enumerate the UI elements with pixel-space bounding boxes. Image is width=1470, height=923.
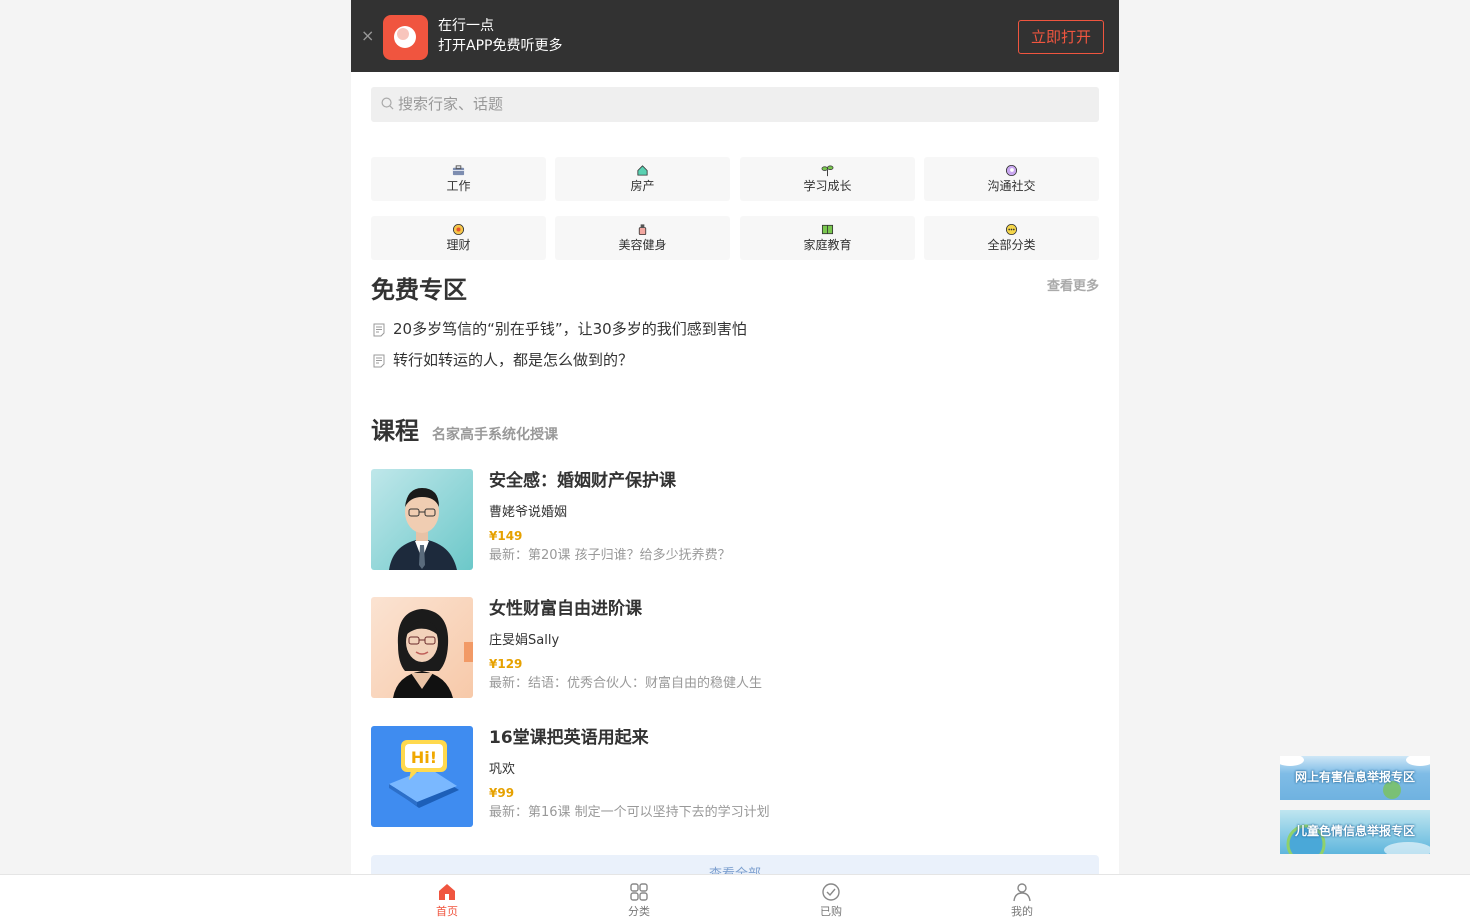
course-author: 曹姥爷说婚姻	[489, 505, 568, 520]
check-circle-icon	[822, 883, 840, 901]
category-label: 学习成长	[803, 179, 852, 193]
category-label: 房产	[630, 179, 655, 193]
tab-label: 分类	[628, 905, 650, 918]
document-icon	[373, 323, 385, 337]
home-icon	[439, 884, 455, 900]
more-icon	[1005, 223, 1018, 236]
course-latest: 最新：第16课 制定一个可以坚持下去的学习计划	[489, 805, 770, 820]
category-all[interactable]: 全部分类	[924, 216, 1099, 260]
courses-subtitle: 名家高手系统化授课	[432, 427, 558, 443]
course-thumbnail	[371, 469, 473, 570]
category-label: 家庭教育	[803, 238, 852, 252]
harmful-info-report-banner[interactable]: 网上有害信息举报专区	[1280, 756, 1430, 800]
course-thumbnail	[371, 597, 473, 698]
tab-label: 首页	[436, 905, 458, 918]
app-logo	[383, 15, 428, 60]
book-icon	[821, 224, 834, 235]
category-label: 美容健身	[618, 238, 667, 252]
briefcase-icon	[452, 165, 465, 176]
search-placeholder: 搜索行家、话题	[398, 95, 504, 113]
mobile-page: × 在行一点 打开APP免费听更多 立即打开 搜索行家、话题 工作 房产 学习成…	[351, 0, 1119, 923]
course-title: 安全感：婚姻财产保护课	[489, 471, 676, 491]
course-thumbnail: Hi!	[371, 726, 473, 827]
course-title: 16堂课把英语用起来	[489, 728, 649, 748]
free-item[interactable]: 转行如转运的人，都是怎么做到的？	[371, 349, 1071, 371]
chat-icon	[1005, 164, 1018, 177]
app-subtitle: 打开APP免费听更多	[438, 38, 563, 54]
tab-categories[interactable]: 分类	[609, 875, 669, 923]
free-zone-title: 免费专区	[371, 276, 467, 304]
course-author: 庄旻娟Sally	[489, 633, 560, 648]
document-icon	[373, 354, 385, 368]
category-property[interactable]: 房产	[555, 157, 730, 201]
course-price: ¥99	[489, 786, 515, 800]
tab-label: 已购	[820, 905, 842, 918]
course-latest: 最新：结语：优秀合伙人：财富自由的稳健人生	[489, 676, 763, 691]
open-app-button[interactable]: 立即打开	[1018, 20, 1104, 54]
tab-label: 我的	[1011, 905, 1033, 918]
course-item[interactable]: Hi! 16堂课把英语用起来 巩欢 ¥99 最新：第16课 制定一个可以坚持下去…	[371, 726, 1099, 828]
category-label: 全部分类	[987, 238, 1036, 252]
thumb-hi-text: Hi!	[411, 748, 437, 767]
search-input[interactable]: 搜索行家、话题	[371, 87, 1099, 122]
category-social[interactable]: 沟通社交	[924, 157, 1099, 201]
tab-profile[interactable]: 我的	[992, 875, 1052, 923]
user-icon	[1013, 883, 1031, 902]
coin-icon	[452, 223, 465, 236]
category-work[interactable]: 工作	[371, 157, 546, 201]
category-label: 沟通社交	[987, 179, 1036, 193]
course-author: 巩欢	[489, 762, 516, 777]
tab-home[interactable]: 首页	[417, 875, 477, 923]
free-item-title: 转行如转运的人，都是怎么做到的？	[393, 351, 634, 369]
courses-title: 课程	[371, 417, 419, 445]
search-icon	[381, 97, 394, 110]
category-learning[interactable]: 学习成长	[740, 157, 915, 201]
category-family-education[interactable]: 家庭教育	[740, 216, 915, 260]
close-icon[interactable]: ×	[361, 26, 374, 46]
bottle-icon	[638, 224, 647, 236]
course-latest: 最新：第20课 孩子归谁？给多少抚养费？	[489, 548, 731, 563]
app-download-banner: × 在行一点 打开APP免费听更多 立即打开	[351, 0, 1119, 72]
course-title: 女性财富自由进阶课	[489, 599, 642, 619]
bottom-tab-bar: 首页 分类 已购 我的	[0, 874, 1470, 923]
course-price: ¥149	[489, 529, 523, 543]
tab-purchased[interactable]: 已购	[801, 875, 861, 923]
category-label: 工作	[446, 179, 471, 193]
sprout-icon	[821, 165, 834, 177]
course-item[interactable]: 女性财富自由进阶课 庄旻娟Sally ¥129 最新：结语：优秀合伙人：财富自由…	[371, 597, 1099, 699]
free-item-title: 20多岁笃信的“别在乎钱”，让30多岁的我们感到害怕	[393, 320, 747, 338]
side-banner-label: 儿童色情信息举报专区	[1294, 824, 1415, 838]
category-label: 理财	[446, 238, 471, 252]
child-porn-report-banner[interactable]: 儿童色情信息举报专区	[1280, 810, 1430, 854]
app-name: 在行一点	[438, 18, 494, 34]
grid-icon	[630, 883, 648, 901]
side-banner-label: 网上有害信息举报专区	[1294, 770, 1415, 784]
free-item[interactable]: 20多岁笃信的“别在乎钱”，让30多岁的我们感到害怕	[371, 318, 1071, 340]
course-price: ¥129	[489, 657, 523, 671]
course-item[interactable]: 安全感：婚姻财产保护课 曹姥爷说婚姻 ¥149 最新：第20课 孩子归谁？给多少…	[371, 469, 1099, 571]
category-finance[interactable]: 理财	[371, 216, 546, 260]
category-beauty-fitness[interactable]: 美容健身	[555, 216, 730, 260]
house-icon	[637, 165, 648, 176]
view-more-link[interactable]: 查看更多	[1021, 279, 1099, 295]
